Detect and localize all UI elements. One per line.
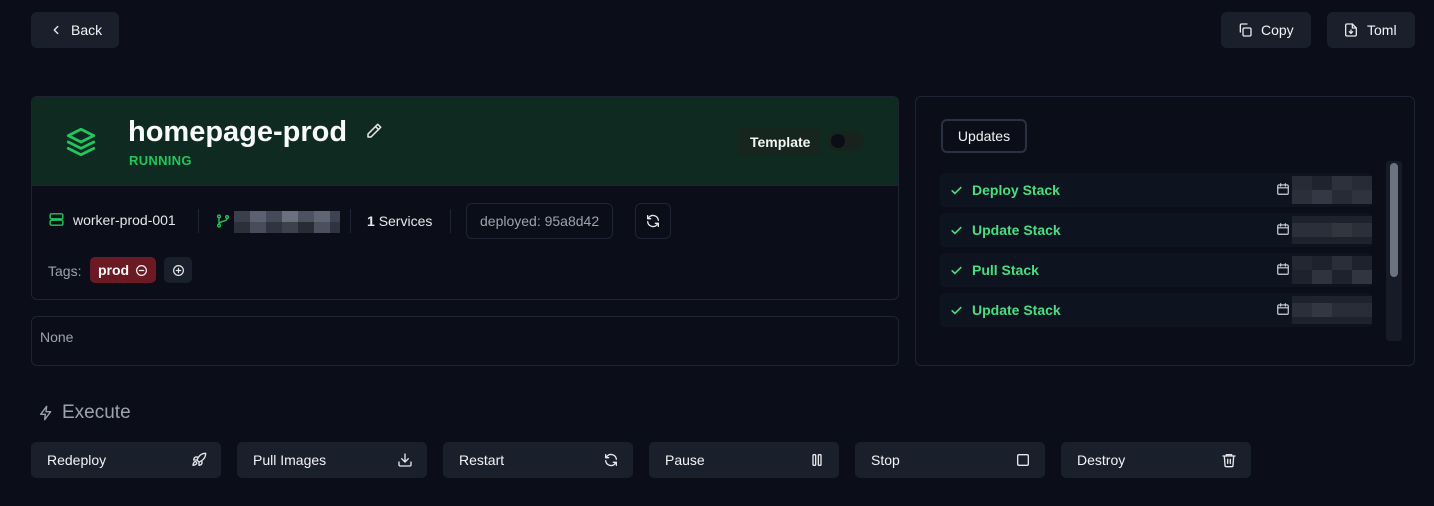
execute-heading: Execute bbox=[38, 402, 131, 424]
template-toggle[interactable] bbox=[828, 131, 864, 151]
lightning-icon bbox=[38, 405, 54, 421]
divider bbox=[198, 209, 199, 233]
scrollbar-thumb[interactable] bbox=[1390, 163, 1398, 277]
calendar-icon bbox=[1276, 262, 1290, 276]
git-branch-icon bbox=[215, 213, 231, 229]
download-icon bbox=[397, 452, 413, 468]
pause-icon bbox=[809, 452, 825, 468]
refresh-icon bbox=[645, 213, 661, 229]
update-item[interactable]: Update Stack bbox=[940, 293, 1372, 327]
tag-badge: prod bbox=[90, 257, 157, 283]
server-name: worker-prod-001 bbox=[73, 211, 176, 228]
updates-panel: Updates Deploy Stack Update Stack Pull S… bbox=[915, 96, 1415, 366]
toml-label: Toml bbox=[1367, 22, 1397, 38]
redeploy-button[interactable]: Redeploy bbox=[31, 442, 221, 478]
stack-status: RUNNING bbox=[129, 153, 192, 168]
tab-updates[interactable]: Updates bbox=[941, 119, 1027, 153]
calendar-icon bbox=[1276, 222, 1290, 236]
description-box[interactable]: None bbox=[31, 316, 899, 366]
server-link[interactable]: worker-prod-001 bbox=[48, 211, 176, 228]
update-label: Deploy Stack bbox=[972, 182, 1060, 198]
action-label: Destroy bbox=[1077, 452, 1126, 468]
execute-title: Execute bbox=[62, 402, 131, 423]
divider bbox=[350, 209, 351, 233]
calendar-icon bbox=[1276, 182, 1290, 196]
pencil-icon[interactable] bbox=[365, 122, 383, 140]
stop-button[interactable]: Stop bbox=[855, 442, 1045, 478]
timestamp-redacted bbox=[1292, 216, 1372, 244]
restart-button[interactable]: Restart bbox=[443, 442, 633, 478]
timestamp-redacted bbox=[1292, 256, 1372, 284]
action-label: Restart bbox=[459, 452, 505, 468]
stack-name: homepage-prod bbox=[128, 116, 348, 148]
stop-icon bbox=[1015, 452, 1031, 468]
repo-redacted bbox=[234, 211, 340, 233]
update-item[interactable]: Update Stack bbox=[940, 213, 1372, 247]
server-icon bbox=[48, 211, 65, 228]
calendar-icon bbox=[1276, 302, 1290, 316]
check-icon bbox=[950, 224, 963, 237]
copy-icon bbox=[1237, 22, 1253, 38]
back-button[interactable]: Back bbox=[31, 12, 119, 48]
back-label: Back bbox=[71, 22, 103, 38]
remove-tag-icon[interactable] bbox=[135, 264, 148, 277]
plus-circle-icon bbox=[172, 264, 185, 277]
action-label: Pause bbox=[665, 452, 705, 468]
refresh-button[interactable] bbox=[635, 203, 671, 239]
copy-button[interactable]: Copy bbox=[1221, 12, 1311, 48]
chevron-left-icon bbox=[49, 23, 63, 37]
tag-label: prod bbox=[98, 262, 130, 278]
check-icon bbox=[950, 184, 963, 197]
file-download-icon bbox=[1343, 22, 1359, 38]
timestamp-redacted bbox=[1292, 296, 1372, 324]
trash-icon bbox=[1221, 452, 1237, 468]
copy-label: Copy bbox=[1261, 22, 1294, 38]
check-icon bbox=[950, 264, 963, 277]
layers-icon bbox=[64, 125, 98, 159]
tags-label: Tags: bbox=[48, 263, 82, 279]
rocket-icon bbox=[191, 452, 207, 468]
pull-images-button[interactable]: Pull Images bbox=[237, 442, 427, 478]
divider bbox=[450, 209, 451, 233]
toggle-knob bbox=[831, 134, 845, 148]
template-label: Template bbox=[738, 128, 823, 156]
update-label: Pull Stack bbox=[972, 262, 1039, 278]
services-count: 1 Services bbox=[367, 213, 433, 229]
action-label: Pull Images bbox=[253, 452, 327, 468]
update-label: Update Stack bbox=[972, 222, 1061, 238]
deployed-badge: deployed: 95a8d42 bbox=[466, 203, 614, 239]
add-tag-button[interactable] bbox=[164, 257, 192, 283]
refresh-icon bbox=[603, 452, 619, 468]
pause-button[interactable]: Pause bbox=[649, 442, 839, 478]
timestamp-redacted bbox=[1292, 176, 1372, 204]
update-item[interactable]: Deploy Stack bbox=[940, 173, 1372, 207]
stack-card: homepage-prod RUNNING Template worker-pr… bbox=[31, 96, 899, 300]
toml-button[interactable]: Toml bbox=[1327, 12, 1415, 48]
action-label: Redeploy bbox=[47, 452, 107, 468]
update-label: Update Stack bbox=[972, 302, 1061, 318]
check-icon bbox=[950, 304, 963, 317]
action-label: Stop bbox=[871, 452, 900, 468]
stack-header: homepage-prod RUNNING Template bbox=[32, 97, 898, 186]
destroy-button[interactable]: Destroy bbox=[1061, 442, 1251, 478]
update-item[interactable]: Pull Stack bbox=[940, 253, 1372, 287]
